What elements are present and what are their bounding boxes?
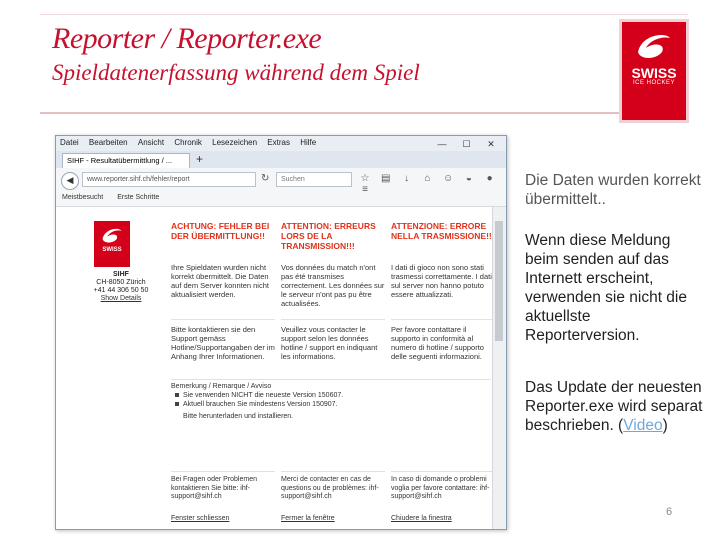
sihf-details-link[interactable]: Show Details [86,295,156,303]
menu-bar: Datei Bearbeiten Ansicht Chronik Lesezei… [56,136,506,151]
window-controls: — ☐ ✕ [431,137,502,150]
new-tab-icon[interactable]: + [196,152,203,166]
notice-instruction: Bitte herunterladen und installieren. [183,413,294,420]
sihf-name: SIHF [113,271,129,278]
page-scrollbar[interactable] [492,207,506,529]
column-italian: ATTENZIONE: ERRORE NELLA TRASMISSIONE!!!… [391,221,495,377]
close-window-link-de[interactable]: Fenster schliessen [171,515,229,522]
close-window-link-it[interactable]: Chiudere la finestra [391,515,452,522]
web-page-content: SWISS SIHF CH-8050 Zürich +41 44 306 50 … [56,207,495,529]
notice-bullet: Sie verwenden NICHT die neueste Version … [175,391,491,400]
close-icon[interactable]: ✕ [480,137,502,150]
video-link[interactable]: Video [623,417,662,434]
star-icon[interactable]: ☆ [356,173,374,184]
contact-fr: Merci de contacter en cas de questions o… [281,471,385,502]
notice-bullet-text: Sie verwenden NICHT die neueste Version … [183,392,344,399]
minimize-icon[interactable]: — [431,137,453,149]
url-bar[interactable]: www.reporter.sihf.ch/fehler/report [82,172,256,187]
download-icon[interactable]: ↓ [398,173,416,184]
slide-title: Reporter / Reporter.exe [52,22,322,55]
browser-screenshot: Datei Bearbeiten Ansicht Chronik Lesezei… [55,135,507,530]
back-arrow-icon[interactable]: ◀ [61,172,79,190]
slide-subtitle: Spieldatenerfassung während dem Spiel [52,60,420,85]
error-note-de: Bitte kontaktieren sie den Support gemäs… [171,319,275,377]
error-heading-de: ACHTUNG: FEHLER BEI DER ÜBERMITTLUNG!! [171,221,270,241]
error-body-fr: Vos données du match n'ont pas été trans… [281,263,385,308]
sihf-phone: +41 44 306 50 50 [93,287,149,294]
home-icon[interactable]: ⌂ [418,173,436,184]
update-text: Das Update der neuesten Reporter.exe wir… [525,379,703,434]
close-window-link-fr[interactable]: Fermer la fenêtre [281,515,335,522]
bookmarks-icon[interactable]: ▤ [377,173,395,184]
reload-icon[interactable]: ↻ [261,173,269,184]
contact-it: In caso di domande o problemi voglia per… [391,471,495,502]
explanation-update: Das Update der neuesten Reporter.exe wir… [525,378,705,435]
tab-bar: SIHF - Resultatübermittlung / ... + [56,151,506,168]
bookmark-erste-schritte[interactable]: Erste Schritte [111,192,165,201]
sihf-address: CH-8050 Zürich [96,279,146,286]
bookmark-meistbesucht[interactable]: Meistbesucht [56,192,109,201]
menu-ansicht[interactable]: Ansicht [134,136,168,147]
column-french: ATTENTION: ERREURS LORS DE LA TRANSMISSI… [281,221,385,377]
error-heading-it: ATTENZIONE: ERRORE NELLA TRASMISSIONE!!! [391,221,495,241]
notice-heading: Bemerkung / Remarque / Avviso [171,383,272,390]
chat-icon[interactable]: ☺ [439,173,457,184]
navigation-bar: ◀ www.reporter.sihf.ch/fehler/report ↻ S… [56,168,506,195]
menu-chronik[interactable]: Chronik [170,136,206,147]
error-note-it: Per favore contattare il supporto in con… [391,319,495,377]
swiss-ice-hockey-logo: SWISS ICE HOCKEY [622,22,686,120]
error-body-de: Ihre Spieldaten wurden nicht korrekt übe… [171,263,269,299]
swiss-swoosh-icon [638,34,670,58]
error-body-it: I dati di gioco non sono stati trasmessi… [391,263,492,299]
bookmarks-bar: Meistbesucht Erste Schritte [56,192,506,207]
swiss-swoosh-icon [102,228,122,243]
notice-bullet-text: Aktuell brauchen Sie mindestens Version … [183,401,338,408]
menu-extras[interactable]: Extras [263,136,294,147]
addon-icon[interactable]: ● [481,173,499,184]
maximize-icon[interactable]: ☐ [455,137,477,150]
scrollbar-thumb[interactable] [495,221,503,341]
error-heading-fr: ATTENTION: ERREURS LORS DE LA TRANSMISSI… [281,221,376,251]
search-input[interactable]: Suchen [276,172,352,187]
tab-resultat[interactable]: SIHF - Resultatübermittlung / ... [62,153,190,168]
sihf-logo-text: SWISS [102,247,122,253]
sihf-logo: SWISS [94,221,130,267]
top-rule [40,14,688,15]
page-number: 6 [666,506,673,518]
notice-bullet: Aktuell brauchen Sie mindestens Version … [175,400,491,409]
explanation-warning: Wenn diese Meldung beim senden auf das I… [525,232,687,344]
menu-lesezeichen[interactable]: Lesezeichen [208,136,261,147]
menu-datei[interactable]: Datei [56,136,83,147]
explanation-success: Die Daten wurden korrekt übermittelt.. [525,172,701,208]
error-note-fr: Veuillez vous contacter le support selon… [281,319,385,377]
menu-hilfe[interactable]: Hilfe [296,136,320,147]
pocket-icon[interactable]: ◒ [460,173,478,184]
update-text-suffix: ) [662,417,668,434]
version-notice: Bemerkung / Remarque / Avviso Sie verwen… [171,379,491,442]
menu-bearbeiten[interactable]: Bearbeiten [85,136,132,147]
column-german: ACHTUNG: FEHLER BEI DER ÜBERMITTLUNG!! I… [171,221,275,377]
logo-text-swiss: SWISS [631,65,677,81]
title-divider [40,112,688,114]
sihf-contact-info: SIHF CH-8050 Zürich +41 44 306 50 50 Sho… [86,271,156,303]
contact-de: Bei Fragen oder Problemen kontaktieren S… [171,471,275,502]
